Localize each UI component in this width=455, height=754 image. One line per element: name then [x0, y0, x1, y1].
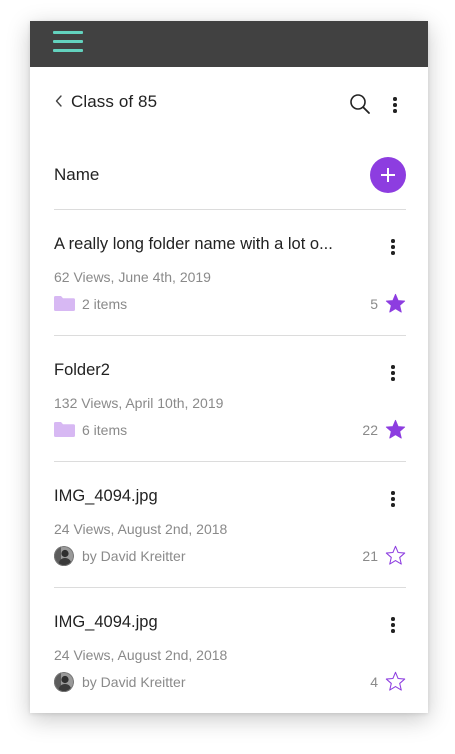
- more-vertical-icon[interactable]: [386, 237, 400, 257]
- phone-screen: Class of 85 Name A really long folder na…: [30, 21, 428, 713]
- chevron-left-icon[interactable]: [54, 93, 64, 109]
- top-app-bar: [30, 21, 428, 67]
- item-count: 6 items: [82, 422, 128, 438]
- item-title[interactable]: A really long folder name with a lot o..…: [54, 235, 354, 254]
- item-title[interactable]: IMG_4094.jpg: [54, 487, 354, 506]
- list-item[interactable]: A really long folder name with a lot o..…: [54, 209, 406, 336]
- list-item[interactable]: Folder2 132 Views, April 10th, 2019 6 it…: [54, 335, 406, 462]
- search-icon[interactable]: [349, 93, 371, 115]
- page-header: Class of 85: [30, 67, 428, 137]
- list-header: Name: [54, 137, 406, 210]
- favorite-count: 5: [370, 296, 378, 312]
- favorite-count: 22: [362, 422, 378, 438]
- item-author: by David Kreitter: [82, 548, 186, 564]
- folder-icon: [54, 296, 75, 311]
- item-meta: 24 Views, August 2nd, 2018: [54, 647, 228, 663]
- item-meta: 62 Views, June 4th, 2019: [54, 269, 211, 285]
- more-vertical-icon[interactable]: [386, 489, 400, 509]
- item-count: 2 items: [82, 296, 128, 312]
- name-column-label[interactable]: Name: [54, 165, 99, 185]
- star-filled-icon[interactable]: [385, 419, 406, 440]
- more-vertical-icon[interactable]: [388, 95, 402, 115]
- list-item[interactable]: IMG_4094.jpg 24 Views, August 2nd, 2018 …: [54, 461, 406, 588]
- item-meta: 132 Views, April 10th, 2019: [54, 395, 224, 411]
- add-button[interactable]: [370, 157, 406, 193]
- list-item[interactable]: IMG_4094.jpg 24 Views, August 2nd, 2018 …: [54, 587, 406, 713]
- page-title: Class of 85: [71, 92, 158, 111]
- avatar: [54, 672, 74, 692]
- star-outline-icon[interactable]: [385, 545, 406, 566]
- item-title[interactable]: Folder2: [54, 361, 354, 380]
- item-footer: by David Kreitter 4: [54, 671, 406, 692]
- favorite-count: 21: [362, 548, 378, 564]
- item-footer: by David Kreitter 21: [54, 545, 406, 566]
- folder-icon: [54, 422, 75, 437]
- hamburger-icon[interactable]: [53, 31, 83, 53]
- favorite-count: 4: [370, 674, 378, 690]
- more-vertical-icon[interactable]: [386, 363, 400, 383]
- star-filled-icon[interactable]: [385, 293, 406, 314]
- item-meta: 24 Views, August 2nd, 2018: [54, 521, 228, 537]
- avatar: [54, 546, 74, 566]
- item-footer: 2 items 5: [54, 293, 406, 314]
- item-title[interactable]: IMG_4094.jpg: [54, 613, 354, 632]
- more-vertical-icon[interactable]: [386, 615, 400, 635]
- star-outline-icon[interactable]: [385, 671, 406, 692]
- item-footer: 6 items 22: [54, 419, 406, 440]
- item-author: by David Kreitter: [82, 674, 186, 690]
